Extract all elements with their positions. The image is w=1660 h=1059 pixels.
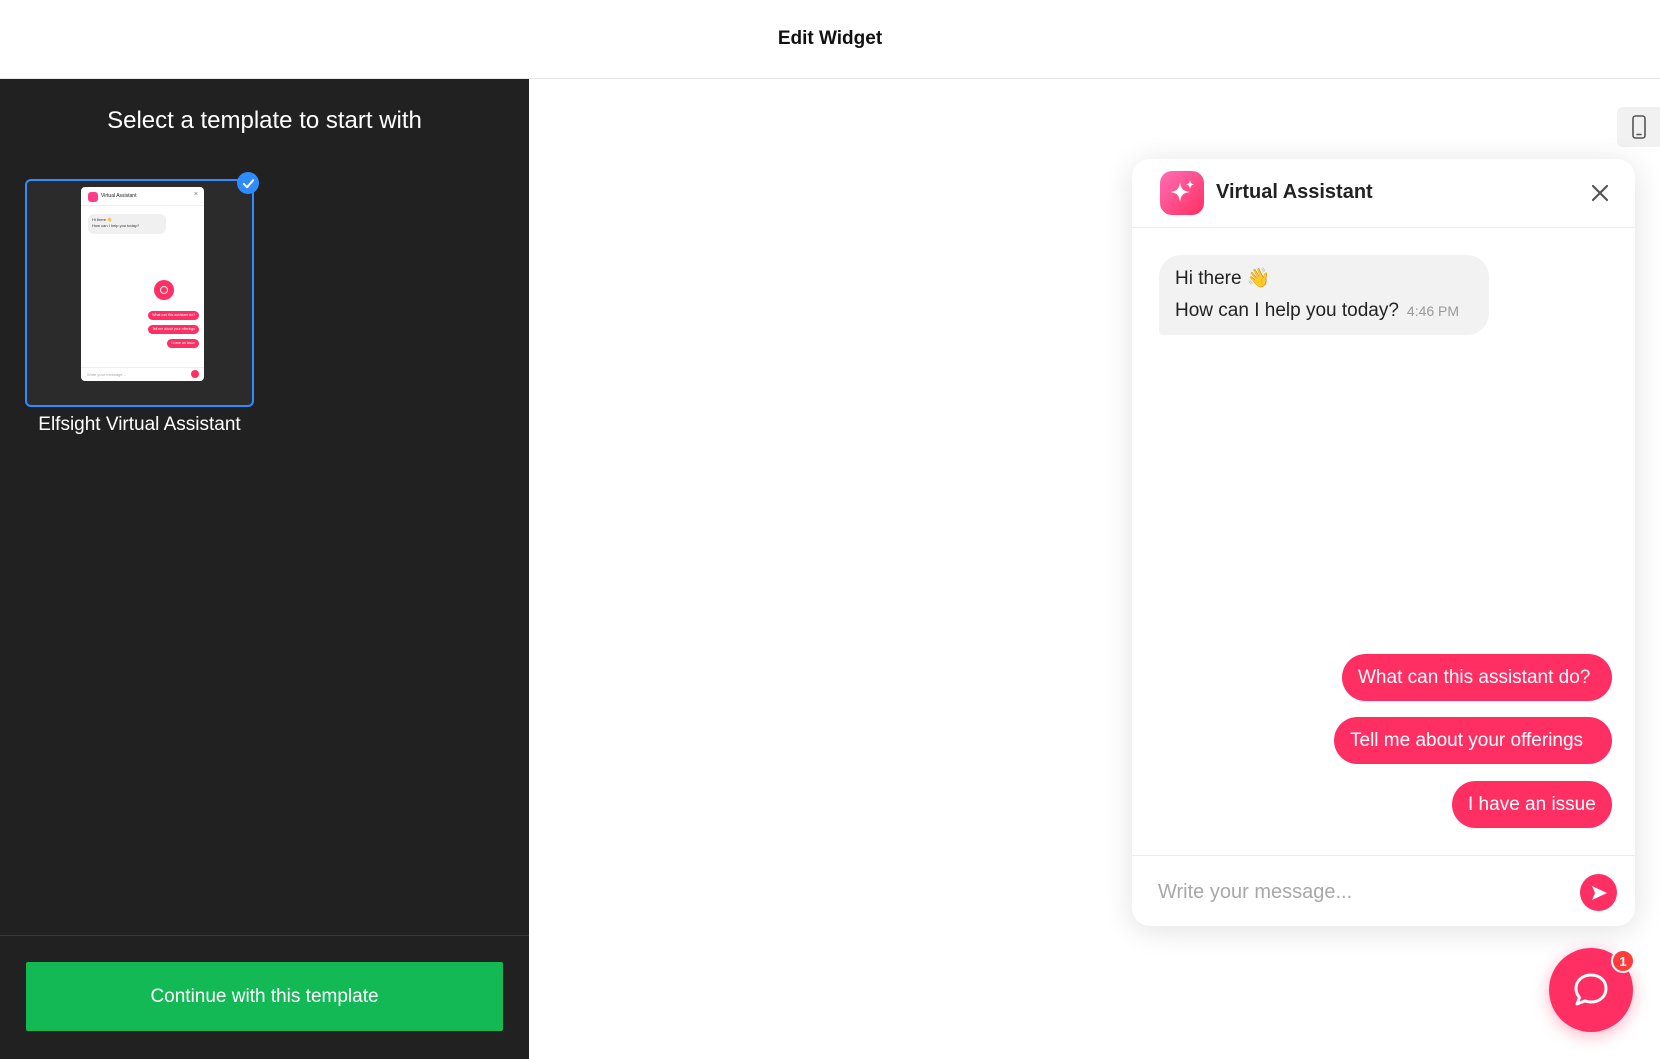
page-title: Edit Widget: [777, 28, 883, 49]
template-panel-footer: Continue with this template: [0, 935, 529, 1059]
chat-header: Virtual Assistant: [1132, 159, 1635, 228]
chat-window: Virtual Assistant Hi there 👋 How can I h…: [1132, 159, 1635, 926]
sparkle-icon: [1160, 171, 1204, 215]
template-thumbnail: Virtual Assistant × Hi there 👋 How can I…: [81, 187, 204, 381]
thumbnail-title: Virtual Assistant: [101, 193, 137, 199]
template-name: Elfsight Virtual Assistant: [38, 414, 241, 435]
mobile-device-icon[interactable]: [1617, 107, 1660, 147]
continue-button[interactable]: Continue with this template: [26, 962, 503, 1031]
thumbnail-avatar-icon: [88, 192, 98, 202]
template-panel: Select a template to start with Virtual …: [0, 79, 529, 1059]
top-bar: Edit Widget: [0, 0, 1660, 79]
message-input[interactable]: [1158, 870, 1558, 914]
thumbnail-chip: What can this assistant do?: [148, 311, 199, 320]
unread-badge: 1: [1611, 949, 1635, 973]
quick-reply-button[interactable]: I have an issue: [1452, 781, 1612, 828]
message-greeting: Hi there 👋: [1175, 268, 1271, 289]
thumbnail-close-icon: ×: [193, 191, 198, 198]
message-timestamp: 4:46 PM: [1406, 303, 1460, 319]
chat-title: Virtual Assistant: [1216, 181, 1373, 203]
message-question-row: How can I help you today? 4:46 PM: [1175, 293, 1473, 329]
message-composer: [1132, 855, 1635, 926]
check-icon: [237, 172, 259, 194]
send-icon[interactable]: [1580, 874, 1617, 911]
thumbnail-greeting-line2: How can I help you today?: [92, 223, 140, 228]
thumbnail-chip: Tell me about your offerings: [148, 325, 199, 334]
quick-reply-button[interactable]: What can this assistant do?: [1342, 654, 1612, 701]
message-question: How can I help you today?: [1175, 300, 1399, 321]
close-icon[interactable]: [1587, 180, 1613, 206]
thumbnail-send-icon: [191, 370, 199, 378]
assistant-message: Hi there 👋 How can I help you today? 4:46…: [1159, 255, 1489, 335]
template-card[interactable]: Virtual Assistant × Hi there 👋 How can I…: [25, 179, 254, 407]
quick-reply-button[interactable]: Tell me about your offerings: [1334, 717, 1612, 764]
thumbnail-greeting: Hi there 👋 How can I help you today?: [88, 214, 166, 234]
thumbnail-chip: I have an issue: [167, 339, 199, 348]
thumbnail-header: Virtual Assistant ×: [81, 187, 204, 206]
chat-bubble-icon: [1574, 973, 1608, 1006]
template-panel-heading: Select a template to start with: [107, 107, 422, 134]
thumbnail-input: Write your message...: [81, 367, 204, 381]
thumbnail-launcher-icon: [154, 280, 174, 300]
